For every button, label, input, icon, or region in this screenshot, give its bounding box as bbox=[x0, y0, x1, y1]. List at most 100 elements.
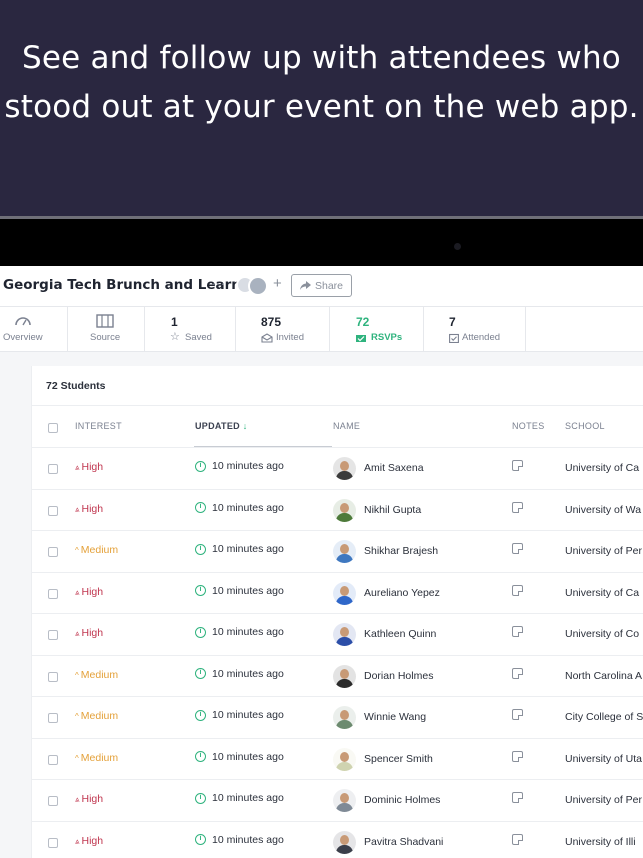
rsvp-icon bbox=[356, 335, 366, 342]
updated-cell: i 10 minutes ago bbox=[195, 709, 284, 721]
stat-rsvps[interactable]: 72 RSVPs bbox=[330, 307, 424, 351]
avatar[interactable] bbox=[333, 706, 356, 729]
info-icon[interactable]: i bbox=[195, 792, 206, 804]
table-row[interactable]: ⩓ High i 10 minutes ago Aureliano Yepez Unive… bbox=[32, 571, 643, 613]
avatar[interactable] bbox=[333, 623, 356, 646]
event-header: Georgia Tech Brunch and Learn ··· + Shar… bbox=[0, 266, 643, 306]
school-name: University of Per bbox=[565, 545, 643, 557]
share-button[interactable]: Share bbox=[291, 274, 352, 297]
note-icon[interactable] bbox=[512, 792, 523, 803]
note-icon[interactable] bbox=[512, 460, 523, 471]
table-row[interactable]: ^ Medium i 10 minutes ago Winnie Wang City Co… bbox=[32, 696, 643, 737]
note-icon[interactable] bbox=[512, 709, 523, 720]
interest-label: Medium bbox=[80, 751, 119, 764]
row-checkbox[interactable] bbox=[48, 754, 58, 765]
note-icon[interactable] bbox=[512, 543, 523, 554]
interest-level: ⩓ High bbox=[75, 586, 103, 598]
avatar[interactable] bbox=[333, 830, 356, 854]
interest-label: High bbox=[81, 793, 104, 805]
avatar[interactable] bbox=[333, 498, 356, 522]
school-name: University of Ca bbox=[565, 462, 640, 474]
stat-invited[interactable]: 875 Invited bbox=[236, 307, 330, 351]
info-icon[interactable]: i bbox=[195, 751, 206, 762]
table-row[interactable]: ^ Medium i 10 minutes ago Shikhar Brajesh Uni… bbox=[32, 530, 643, 571]
student-name[interactable]: Pavitra Shadvani bbox=[364, 836, 443, 848]
table-row[interactable]: ⩓ High i 10 minutes ago Pavitra Shadvani Univ… bbox=[32, 820, 643, 858]
note-icon[interactable] bbox=[512, 626, 523, 637]
row-checkbox[interactable] bbox=[48, 464, 58, 474]
column-header-notes[interactable]: NOTES bbox=[512, 421, 545, 431]
column-header-name[interactable]: NAME bbox=[333, 421, 360, 431]
avatar[interactable] bbox=[333, 747, 356, 771]
student-name[interactable]: Nikhil Gupta bbox=[364, 504, 421, 516]
stat-source[interactable]: Source bbox=[68, 307, 145, 351]
updated-time: 10 minutes ago bbox=[212, 501, 284, 514]
avatar[interactable] bbox=[333, 664, 356, 688]
row-checkbox[interactable] bbox=[48, 505, 58, 516]
updated-cell: i 10 minutes ago bbox=[195, 460, 284, 472]
student-name[interactable]: Spencer Smith bbox=[364, 753, 433, 765]
avatar[interactable] bbox=[333, 457, 356, 480]
row-checkbox[interactable] bbox=[48, 837, 58, 848]
table-row[interactable]: ^ Medium i 10 minutes ago Dorian Holmes North… bbox=[32, 654, 643, 696]
row-checkbox[interactable] bbox=[48, 547, 58, 557]
student-name[interactable]: Dorian Holmes bbox=[364, 670, 433, 682]
note-icon[interactable] bbox=[512, 750, 523, 762]
share-label: Share bbox=[314, 279, 344, 292]
table-row[interactable]: ^ Medium i 10 minutes ago Spencer Smith Unive… bbox=[32, 737, 643, 779]
note-icon[interactable] bbox=[512, 833, 523, 845]
row-checkbox[interactable] bbox=[48, 630, 58, 640]
avatar[interactable] bbox=[333, 581, 356, 605]
student-name[interactable]: Dominic Holmes bbox=[364, 794, 440, 806]
info-icon[interactable]: i bbox=[195, 585, 206, 596]
avatar-body bbox=[336, 595, 353, 605]
student-name[interactable]: Shikhar Brajesh bbox=[364, 545, 438, 557]
info-icon[interactable]: i bbox=[195, 709, 206, 721]
info-icon[interactable]: i bbox=[195, 543, 206, 555]
column-header-updated[interactable]: UPDATED ↓ bbox=[195, 421, 248, 431]
updated-time: 10 minutes ago bbox=[212, 750, 284, 763]
avatar[interactable] bbox=[333, 540, 356, 563]
student-name[interactable]: Aureliano Yepez bbox=[364, 587, 440, 599]
select-all-checkbox[interactable] bbox=[48, 423, 58, 433]
info-icon[interactable]: i bbox=[195, 668, 206, 679]
avatar-face bbox=[340, 627, 349, 637]
info-icon[interactable]: i bbox=[195, 834, 206, 845]
row-checkbox[interactable] bbox=[48, 671, 58, 682]
row-checkbox[interactable] bbox=[48, 796, 58, 806]
school-name: City College of S bbox=[565, 711, 643, 723]
stat-label: Saved bbox=[185, 332, 212, 343]
column-header-school[interactable]: SCHOOL bbox=[565, 421, 605, 431]
stat-value: 72 bbox=[356, 315, 370, 329]
student-name[interactable]: Winnie Wang bbox=[364, 711, 426, 723]
note-icon[interactable] bbox=[512, 584, 523, 596]
info-icon[interactable]: i bbox=[195, 460, 206, 472]
table-row[interactable]: ⩓ High i 10 minutes ago Amit Saxena Universit… bbox=[32, 447, 643, 488]
stat-label: Invited bbox=[276, 332, 304, 343]
more-options-icon[interactable]: ··· bbox=[211, 275, 225, 291]
stat-overview[interactable]: Overview bbox=[0, 307, 68, 351]
stat-saved[interactable]: 1 ☆ Saved bbox=[145, 307, 236, 351]
row-checkbox[interactable] bbox=[48, 588, 58, 599]
collaborator-avatars[interactable] bbox=[236, 275, 272, 297]
avatar[interactable] bbox=[333, 789, 356, 812]
table-row[interactable]: ⩓ High i 10 minutes ago Nikhil Gupta Universi… bbox=[32, 488, 643, 530]
avatar-face bbox=[340, 710, 349, 720]
add-collaborator-button[interactable]: + bbox=[273, 275, 282, 292]
table-row[interactable]: ⩓ High i 10 minutes ago Kathleen Quinn Univer… bbox=[32, 613, 643, 654]
stat-value: 875 bbox=[261, 315, 282, 329]
avatar-face bbox=[340, 544, 349, 554]
student-name[interactable]: Kathleen Quinn bbox=[364, 628, 436, 640]
note-icon[interactable] bbox=[512, 667, 523, 679]
gauge-icon bbox=[15, 317, 31, 326]
student-name[interactable]: Amit Saxena bbox=[364, 462, 424, 474]
info-icon[interactable]: i bbox=[195, 502, 206, 513]
column-header-interest[interactable]: INTEREST bbox=[75, 421, 122, 431]
stat-attended[interactable]: 7 Attended bbox=[424, 307, 526, 351]
updated-time: 10 minutes ago bbox=[212, 460, 284, 472]
note-icon[interactable] bbox=[512, 501, 523, 513]
table-row[interactable]: ⩓ High i 10 minutes ago Dominic Holmes Univer… bbox=[32, 779, 643, 820]
web-app: Georgia Tech Brunch and Learn ··· + Shar… bbox=[0, 266, 643, 858]
info-icon[interactable]: i bbox=[195, 626, 206, 638]
row-checkbox[interactable] bbox=[48, 713, 58, 723]
